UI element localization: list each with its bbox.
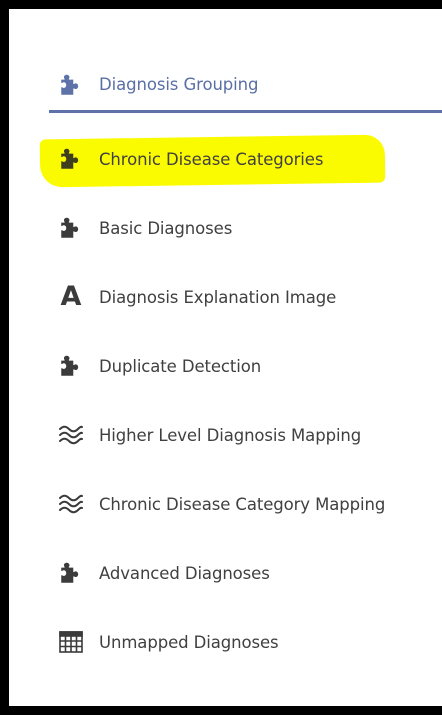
puzzle-piece-icon [58,560,84,586]
nav-item-label: Basic Diagnoses [99,218,233,238]
table-icon [58,629,84,655]
nav-item-label: Advanced Diagnoses [99,563,270,583]
waves-icon [58,422,84,448]
window-frame: Diagnosis Grouping Chronic Disease Categ… [0,0,442,715]
nav-item-label: Chronic Disease Categories [99,149,324,169]
nav-item-chronic-disease-category-mapping[interactable]: Chronic Disease Category Mapping [58,484,385,524]
nav-item-higher-level-diagnosis-mapping[interactable]: Higher Level Diagnosis Mapping [58,415,361,455]
nav-header-label: Diagnosis Grouping [99,75,259,94]
nav-item-label: Diagnosis Explanation Image [99,287,337,307]
nav-item-basic-diagnoses[interactable]: Basic Diagnoses [58,208,232,248]
nav-item-label: Unmapped Diagnoses [99,632,279,652]
puzzle-piece-icon [58,146,84,172]
letter-a-glyph: A [60,281,82,312]
puzzle-piece-icon [58,353,84,379]
nav-header-diagnosis-grouping[interactable]: Diagnosis Grouping [49,59,442,113]
nav-item-unmapped-diagnoses[interactable]: Unmapped Diagnoses [58,622,279,662]
nav-item-advanced-diagnoses[interactable]: Advanced Diagnoses [58,553,270,593]
nav-item-duplicate-detection[interactable]: Duplicate Detection [58,346,261,386]
nav-item-label: Duplicate Detection [99,356,262,376]
puzzle-piece-icon [58,215,84,241]
puzzle-piece-icon [58,72,84,98]
nav-item-chronic-disease-categories[interactable]: Chronic Disease Categories [58,139,323,179]
navigation-panel: Diagnosis Grouping Chronic Disease Categ… [18,18,442,706]
nav-item-label: Higher Level Diagnosis Mapping [99,425,362,445]
waves-icon [58,491,84,517]
nav-item-label: Chronic Disease Category Mapping [99,494,386,514]
nav-item-diagnosis-explanation-image[interactable]: A Diagnosis Explanation Image [58,277,337,317]
letter-a-icon: A [58,281,84,312]
